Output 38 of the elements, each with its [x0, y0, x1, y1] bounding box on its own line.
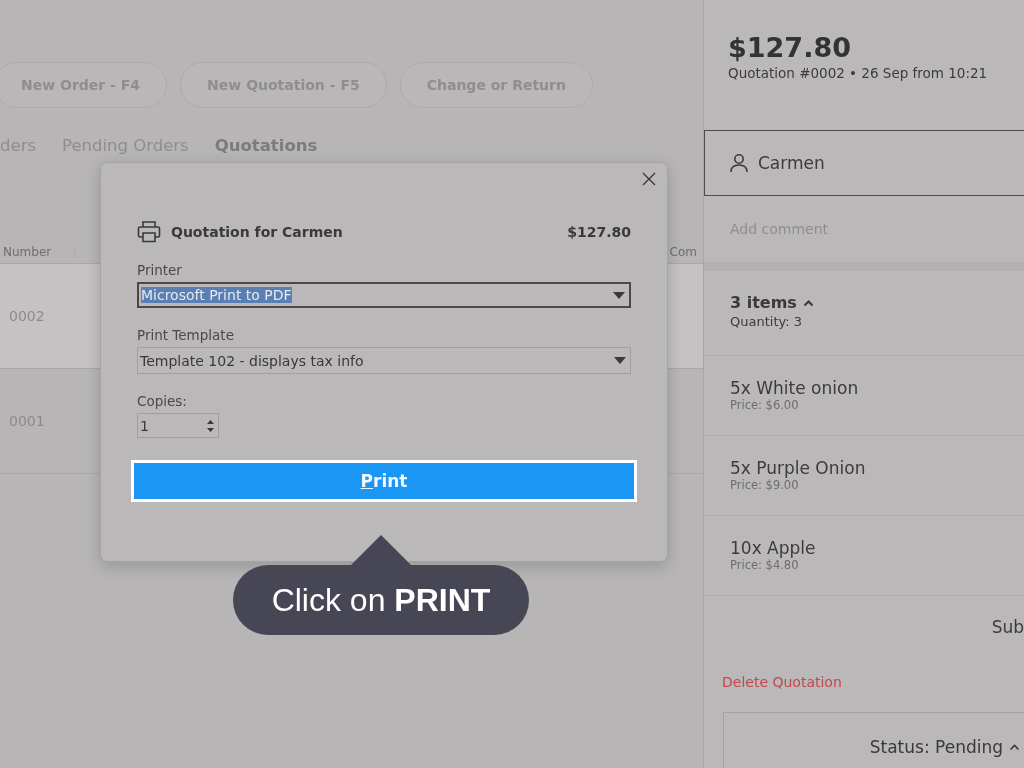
field-label: Print Template: [137, 327, 235, 343]
chevron-up-icon: [802, 298, 814, 307]
field-label: Printer: [137, 262, 183, 278]
items-toggle[interactable]: 3 items: [730, 293, 814, 312]
spinner-arrows-icon[interactable]: [207, 418, 214, 433]
dropdown-field[interactable]: Microsoft Print to PDF: [137, 282, 631, 308]
tab[interactable]: Quotations: [214, 136, 318, 155]
print-button[interactable]: Print: [131, 460, 637, 502]
field-label: Copies:: [137, 393, 188, 409]
customer-field[interactable]: Carmen: [704, 130, 1024, 196]
item-price: Price: $9.00: [730, 478, 800, 492]
item-name: 10x Apple: [730, 538, 817, 558]
delete-link[interactable]: Delete Quotation: [722, 674, 1024, 690]
quotation-info: Quotation #0002 • 26 Sep from 10:21: [728, 65, 989, 81]
chevron-up-icon: [1009, 743, 1020, 751]
dropdown-field[interactable]: Template 102 - displays tax info: [137, 347, 631, 374]
quantity-text: Quantity: 3: [730, 314, 803, 329]
subtotal-label: Sub: [991, 617, 1024, 637]
number-field[interactable]: 1: [137, 413, 219, 438]
dialog-title: Quotation for Carmen: [171, 223, 344, 240]
column-header: Number: [0, 245, 75, 259]
status-button[interactable]: Status: Pending: [723, 712, 1024, 768]
total-amount: $127.80: [728, 32, 852, 63]
item-price: Price: $6.00: [730, 398, 800, 412]
item-price: Price: $4.80: [730, 558, 800, 572]
close-icon[interactable]: [641, 171, 657, 187]
table-cell: 0002: [9, 308, 45, 324]
column-header: Com: [669, 245, 697, 259]
dialog-amount: $127.80: [567, 223, 631, 240]
dropdown-arrow-icon: [613, 291, 625, 299]
item-name: 5x Purple Onion: [730, 458, 867, 478]
item-name: 5x White onion: [730, 378, 860, 398]
customer-name: Carmen: [758, 153, 825, 173]
person-icon: [729, 153, 749, 173]
tooltip-pointer-icon: [351, 535, 411, 565]
printer-icon: [137, 220, 161, 243]
dropdown-arrow-icon: [614, 357, 626, 364]
instruction-tooltip: Click on PRINT: [233, 535, 529, 635]
